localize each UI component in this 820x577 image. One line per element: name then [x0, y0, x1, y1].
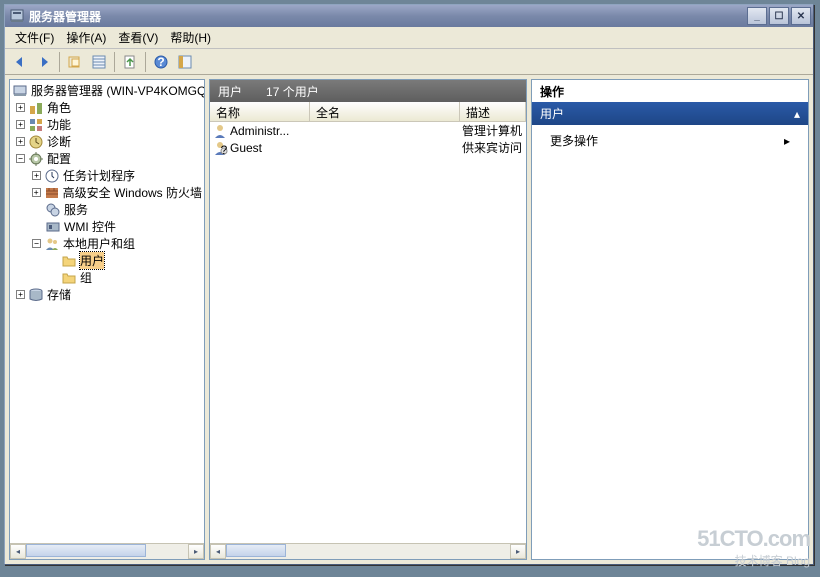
help-icon[interactable]: ?	[150, 51, 172, 73]
scroll-left-button[interactable]: ◂	[210, 544, 226, 559]
localusers-icon	[44, 236, 60, 252]
actions-sub-label: 用户	[540, 105, 564, 122]
list-title: 用户	[218, 83, 242, 100]
tree-features[interactable]: + 功能	[12, 116, 202, 133]
toolbar-separator	[59, 52, 60, 72]
server-manager-window: 服务器管理器 _ ☐ ✕ 文件(F) 操作(A) 查看(V) 帮助(H) ?	[4, 4, 814, 565]
roles-icon	[28, 100, 44, 116]
col-desc[interactable]: 描述	[460, 102, 526, 121]
tasks-icon	[44, 168, 60, 184]
window-buttons: _ ☐ ✕	[747, 7, 811, 25]
folder-icon	[61, 270, 77, 286]
scroll-thumb[interactable]	[226, 544, 286, 557]
list-row[interactable]: ? Guest 供来宾访问	[210, 139, 526, 156]
row-name: Guest	[230, 141, 262, 155]
wmi-icon	[45, 219, 61, 235]
tree-wmi[interactable]: WMI 控件	[12, 218, 202, 235]
tree[interactable]: 服务器管理器 (WIN-VP4KOMGQQ9 + 角色 + 功能 + 诊断	[10, 80, 204, 543]
titlebar[interactable]: 服务器管理器 _ ☐ ✕	[5, 5, 813, 27]
tree-diagnostics[interactable]: + 诊断	[12, 133, 202, 150]
tree-config[interactable]: − 配置	[12, 150, 202, 167]
features-icon	[28, 117, 44, 133]
export-icon[interactable]	[119, 51, 141, 73]
expander-icon[interactable]: −	[32, 239, 41, 248]
svg-text:?: ?	[221, 143, 228, 156]
refresh-icon[interactable]	[64, 51, 86, 73]
chevron-up-icon: ▴	[794, 107, 800, 121]
scroll-right-button[interactable]: ▸	[188, 544, 204, 559]
toolbar-separator	[114, 52, 115, 72]
scroll-right-button[interactable]: ▸	[510, 544, 526, 559]
user-icon	[212, 123, 228, 139]
tree-pane: 服务器管理器 (WIN-VP4KOMGQQ9 + 角色 + 功能 + 诊断	[9, 79, 205, 560]
show-hide-icon[interactable]	[174, 51, 196, 73]
row-name: Administr...	[230, 124, 289, 138]
list-scrollbar[interactable]: ◂ ▸	[210, 543, 526, 559]
toolbar-separator	[145, 52, 146, 72]
config-icon	[28, 151, 44, 167]
expander-icon[interactable]: +	[16, 290, 25, 299]
menu-file[interactable]: 文件(F)	[9, 27, 60, 48]
list-count: 17 个用户	[266, 83, 319, 100]
expander-icon[interactable]: +	[16, 137, 25, 146]
list-row[interactable]: Administr... 管理计算机	[210, 122, 526, 139]
diagnostics-icon	[28, 134, 44, 150]
list-columns: 名称 全名 描述	[210, 102, 526, 122]
list-body[interactable]: Administr... 管理计算机 ? Guest 供来宾访问	[210, 122, 526, 543]
action-more[interactable]: 更多操作 ▸	[532, 129, 808, 152]
col-name[interactable]: 名称	[210, 102, 310, 121]
expander-icon[interactable]: +	[32, 188, 41, 197]
svg-text:?: ?	[157, 55, 164, 69]
actions-subheader[interactable]: 用户 ▴	[532, 102, 808, 125]
menu-action[interactable]: 操作(A)	[60, 27, 112, 48]
tree-services[interactable]: 服务	[12, 201, 202, 218]
menu-view[interactable]: 查看(V)	[112, 27, 164, 48]
action-label: 更多操作	[550, 132, 598, 149]
app-icon	[9, 8, 25, 24]
storage-icon	[28, 287, 44, 303]
maximize-button[interactable]: ☐	[769, 7, 789, 25]
tree-task-scheduler[interactable]: + 任务计划程序	[12, 167, 202, 184]
tree-roles[interactable]: + 角色	[12, 99, 202, 116]
actions-pane: 操作 用户 ▴ 更多操作 ▸	[531, 79, 809, 560]
tree-root[interactable]: 服务器管理器 (WIN-VP4KOMGQQ9	[12, 82, 202, 99]
actions-title: 操作	[532, 80, 808, 102]
actions-body: 更多操作 ▸	[532, 125, 808, 559]
menubar: 文件(F) 操作(A) 查看(V) 帮助(H)	[5, 27, 813, 49]
close-button[interactable]: ✕	[791, 7, 811, 25]
tree-storage[interactable]: + 存储	[12, 286, 202, 303]
scroll-thumb[interactable]	[26, 544, 146, 557]
minimize-button[interactable]: _	[747, 7, 767, 25]
chevron-right-icon: ▸	[784, 134, 790, 148]
window-title: 服务器管理器	[29, 8, 747, 25]
col-fullname[interactable]: 全名	[310, 102, 460, 121]
scroll-track[interactable]	[26, 544, 188, 559]
tree-users[interactable]: 用户	[12, 252, 202, 269]
server-icon	[12, 83, 28, 99]
list-pane: 用户 17 个用户 名称 全名 描述 Administr... 管理计算机	[209, 79, 527, 560]
scroll-left-button[interactable]: ◂	[10, 544, 26, 559]
tree-firewall[interactable]: + 高级安全 Windows 防火墙	[12, 184, 202, 201]
folder-icon	[61, 253, 77, 269]
expander-icon[interactable]: +	[32, 171, 41, 180]
expander-icon[interactable]: −	[16, 154, 25, 163]
toolbar: ?	[5, 49, 813, 75]
tree-groups[interactable]: 组	[12, 269, 202, 286]
tree-local-users-groups[interactable]: − 本地用户和组	[12, 235, 202, 252]
user-icon: ?	[212, 140, 228, 156]
scroll-track[interactable]	[226, 544, 510, 559]
firewall-icon	[44, 185, 60, 201]
menu-help[interactable]: 帮助(H)	[164, 27, 217, 48]
content-area: 服务器管理器 (WIN-VP4KOMGQQ9 + 角色 + 功能 + 诊断	[5, 75, 813, 564]
expander-icon[interactable]: +	[16, 103, 25, 112]
tree-scrollbar[interactable]: ◂ ▸	[10, 543, 204, 559]
forward-button[interactable]	[33, 51, 55, 73]
services-icon	[45, 202, 61, 218]
expander-icon[interactable]: +	[16, 120, 25, 129]
row-desc: 供来宾访问	[460, 139, 526, 156]
row-desc: 管理计算机	[460, 122, 526, 139]
list-header: 用户 17 个用户	[210, 80, 526, 102]
back-button[interactable]	[9, 51, 31, 73]
properties-icon[interactable]	[88, 51, 110, 73]
